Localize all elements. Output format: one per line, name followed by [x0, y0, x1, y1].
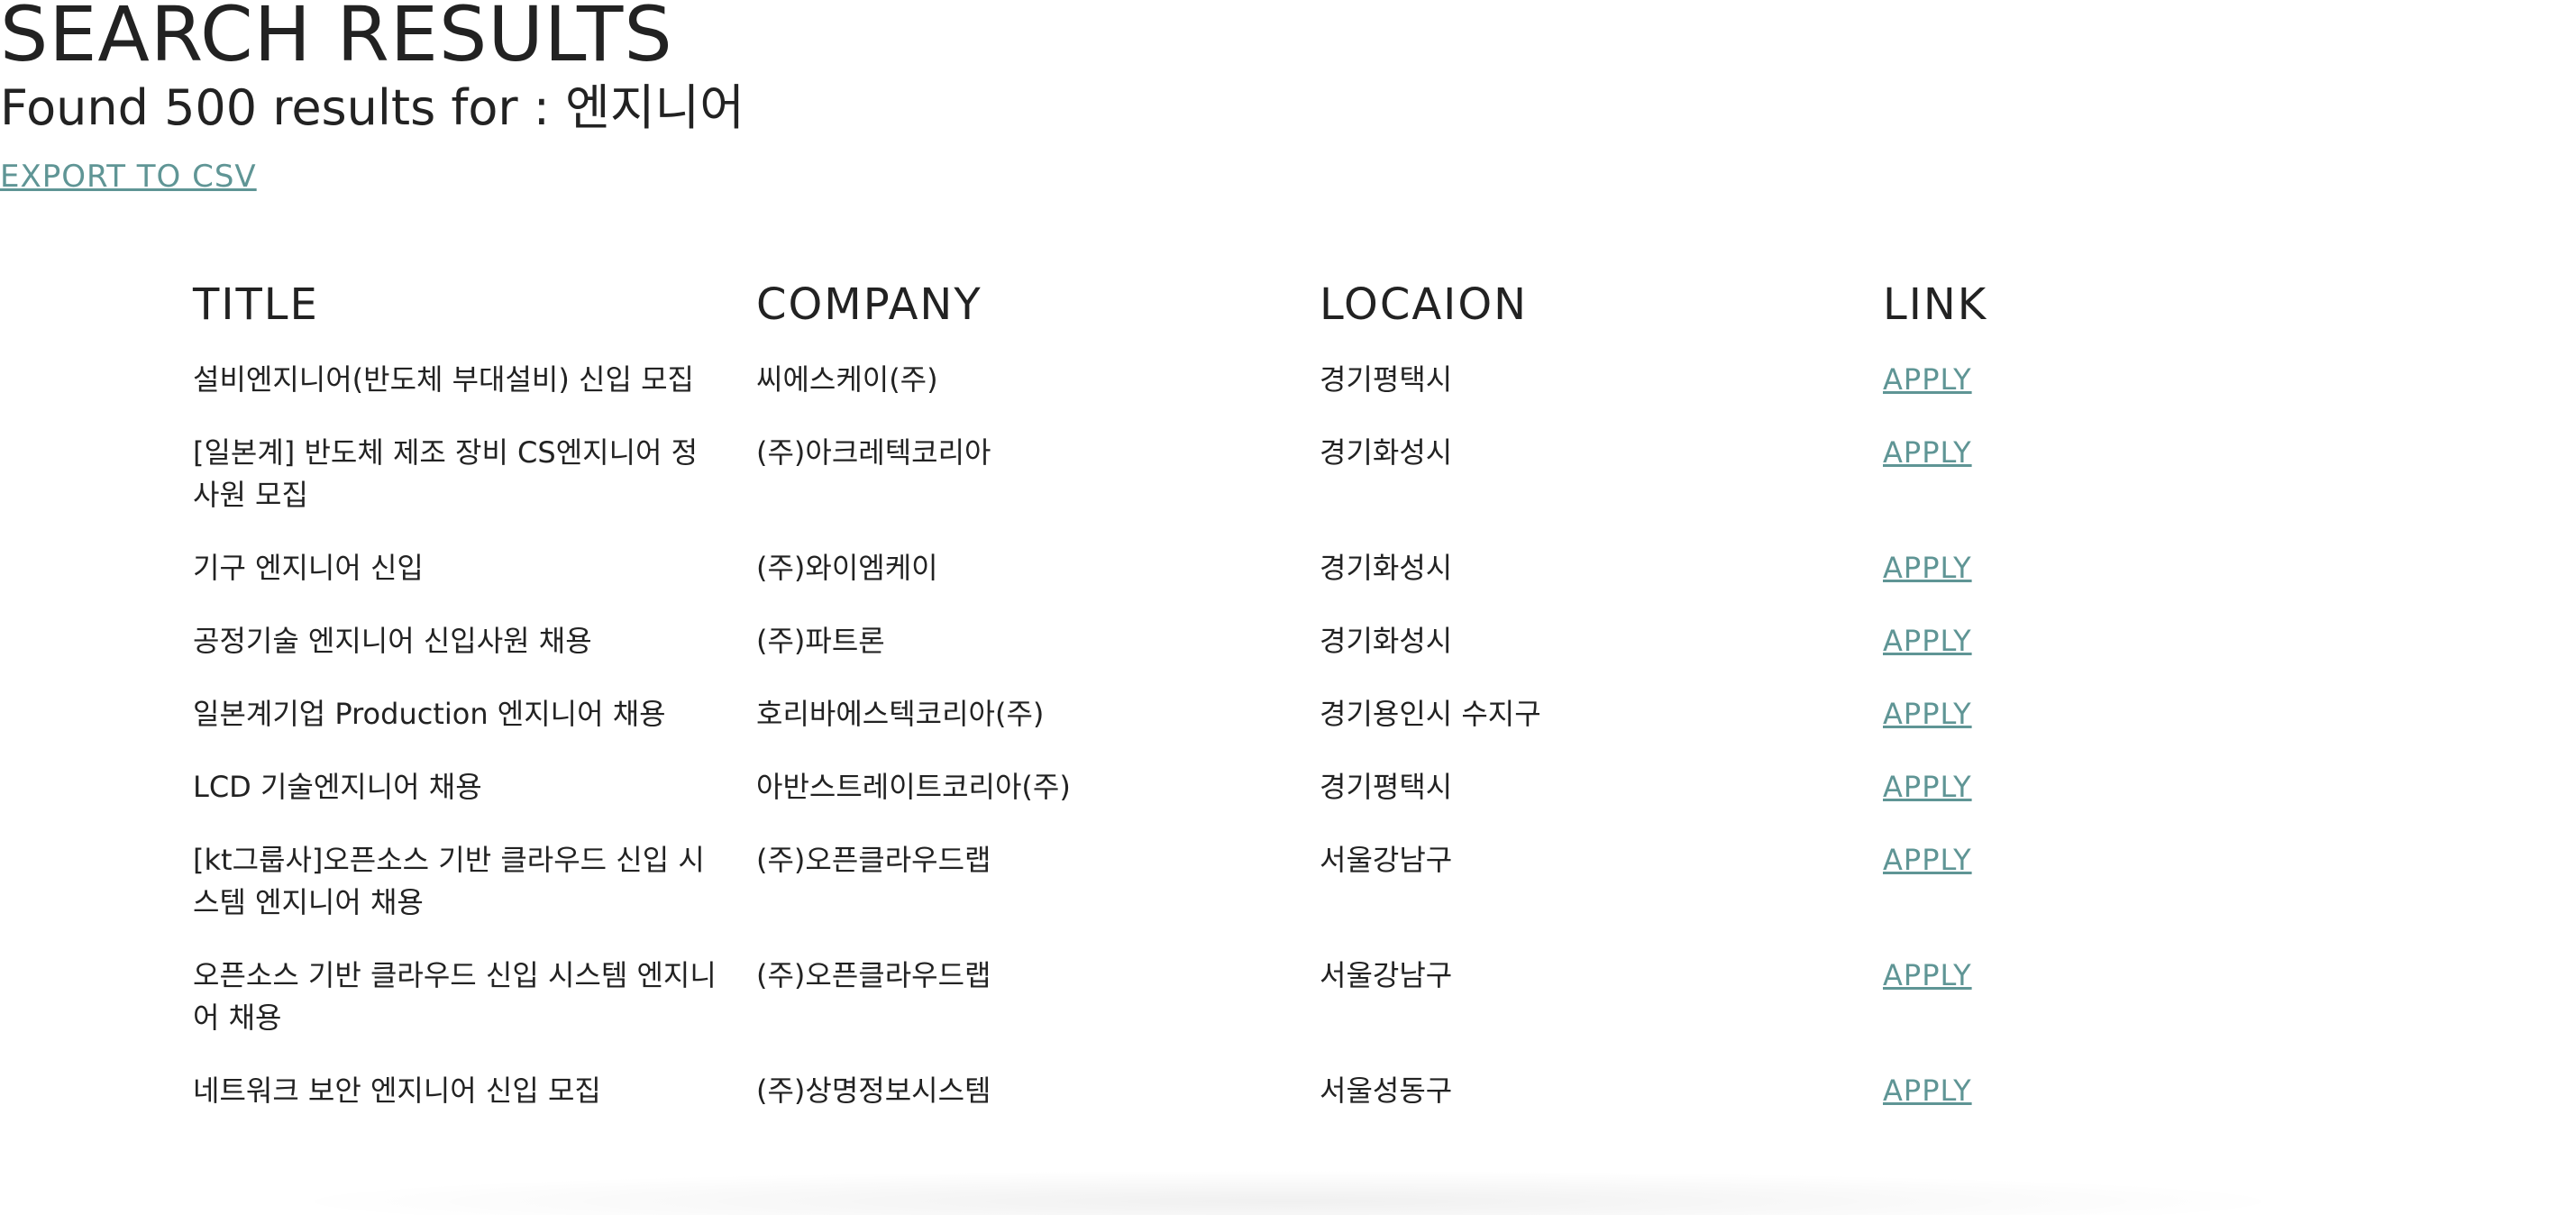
apply-link[interactable]: APPLY — [1883, 697, 1972, 731]
results-table-header: TITLE COMPANY LOCAION LINK — [193, 279, 2153, 348]
link-cell: APPLY — [1883, 533, 2153, 606]
search-query: 엔지니어 — [565, 79, 744, 136]
table-row: 기구 엔지니어 신입 (주)와이엠케이 경기화성시 APPLY — [193, 533, 2153, 606]
company-cell: (주)와이엠케이 — [756, 551, 938, 585]
page-title: SEARCH RESULTS — [0, 0, 673, 78]
apply-link[interactable]: APPLY — [1883, 362, 1972, 397]
table-row: 네트워크 보안 엔지니어 신입 모집 (주)상명정보시스템 서울성동구 APPL… — [193, 1055, 2153, 1128]
link-cell: APPLY — [1883, 1055, 2153, 1128]
job-title-cell: [kt그룹사]오픈소스 기반 클라우드 신입 시스템 엔지니어 채용 — [193, 843, 705, 919]
job-title-cell: 네트워크 보안 엔지니어 신입 모집 — [193, 1073, 601, 1108]
location-cell: 경기평택시 — [1320, 770, 1453, 804]
company-cell: (주)상명정보시스템 — [756, 1073, 991, 1108]
results-summary-prefix: Found 500 results for : — [0, 79, 566, 136]
location-cell: 경기화성시 — [1320, 551, 1453, 585]
location-cell: 서울강남구 — [1320, 843, 1453, 877]
column-header-title: TITLE — [193, 279, 319, 330]
company-cell: (주)아크레텍코리아 — [756, 435, 991, 470]
export-csv-link[interactable]: EXPORT TO CSV — [0, 159, 257, 195]
table-row: 설비엔지니어(반도체 부대설비) 신입 모집 씨에스케이(주) 경기평택시 AP… — [193, 348, 2153, 417]
company-cell: (주)파트론 — [756, 624, 885, 658]
job-title-cell: [일본계] 반도체 제조 장비 CS엔지니어 정사원 모집 — [193, 435, 699, 512]
location-cell: 경기평택시 — [1320, 362, 1453, 397]
link-cell: APPLY — [1883, 606, 2153, 679]
link-cell: APPLY — [1883, 940, 2153, 1055]
results-table: TITLE COMPANY LOCAION LINK 설비엔지니어(반도체 부대… — [193, 279, 2153, 1128]
link-cell: APPLY — [1883, 679, 2153, 752]
table-row: LCD 기술엔지니어 채용 아반스트레이트코리아(주) 경기평택시 APPLY — [193, 752, 2153, 825]
column-header-company: COMPANY — [756, 279, 982, 330]
company-cell: 아반스트레이트코리아(주) — [756, 770, 1071, 804]
apply-link[interactable]: APPLY — [1883, 1073, 1972, 1108]
table-row: 공정기술 엔지니어 신입사원 채용 (주)파트론 경기화성시 APPLY — [193, 606, 2153, 679]
company-cell: (주)오픈클라우드랩 — [756, 958, 991, 992]
link-cell: APPLY — [1883, 417, 2153, 533]
company-cell: 호리바에스텍코리아(주) — [756, 697, 1045, 731]
location-cell: 서울강남구 — [1320, 958, 1453, 992]
search-results-page: SEARCH RESULTS Found 500 results for : 엔… — [0, 0, 2576, 1215]
company-cell: 씨에스케이(주) — [756, 362, 938, 397]
table-row: [일본계] 반도체 제조 장비 CS엔지니어 정사원 모집 (주)아크레텍코리아… — [193, 417, 2153, 533]
location-cell: 경기화성시 — [1320, 435, 1453, 470]
location-cell: 경기용인시 수지구 — [1320, 697, 1541, 731]
link-cell: APPLY — [1883, 752, 2153, 825]
table-row: 일본계기업 Production 엔지니어 채용 호리바에스텍코리아(주) 경기… — [193, 679, 2153, 752]
table-row: [kt그룹사]오픈소스 기반 클라우드 신입 시스템 엔지니어 채용 (주)오픈… — [193, 825, 2153, 940]
job-title-cell: 일본계기업 Production 엔지니어 채용 — [193, 697, 666, 731]
location-cell: 서울성동구 — [1320, 1073, 1453, 1108]
job-title-cell: LCD 기술엔지니어 채용 — [193, 770, 482, 804]
results-table-body: 설비엔지니어(반도체 부대설비) 신입 모집 씨에스케이(주) 경기평택시 AP… — [193, 348, 2153, 1128]
apply-link[interactable]: APPLY — [1883, 551, 1972, 585]
job-title-cell: 오픈소스 기반 클라우드 신입 시스템 엔지니어 채용 — [193, 958, 717, 1035]
results-summary: Found 500 results for : 엔지니어 — [0, 79, 744, 138]
job-title-cell: 설비엔지니어(반도체 부대설비) 신입 모집 — [193, 362, 694, 397]
column-header-link: LINK — [1883, 279, 1988, 330]
link-cell: APPLY — [1883, 825, 2153, 940]
bottom-shadow — [270, 1170, 2306, 1215]
company-cell: (주)오픈클라우드랩 — [756, 843, 991, 877]
apply-link[interactable]: APPLY — [1883, 624, 1972, 658]
link-cell: APPLY — [1883, 348, 2153, 417]
apply-link[interactable]: APPLY — [1883, 770, 1972, 804]
column-header-location: LOCAION — [1320, 279, 1529, 330]
apply-link[interactable]: APPLY — [1883, 958, 1972, 992]
apply-link[interactable]: APPLY — [1883, 843, 1972, 877]
job-title-cell: 기구 엔지니어 신입 — [193, 551, 424, 585]
apply-link[interactable]: APPLY — [1883, 435, 1972, 470]
header-row: TITLE COMPANY LOCAION LINK — [193, 279, 2153, 348]
table-row: 오픈소스 기반 클라우드 신입 시스템 엔지니어 채용 (주)오픈클라우드랩 서… — [193, 940, 2153, 1055]
job-title-cell: 공정기술 엔지니어 신입사원 채용 — [193, 624, 592, 658]
location-cell: 경기화성시 — [1320, 624, 1453, 658]
